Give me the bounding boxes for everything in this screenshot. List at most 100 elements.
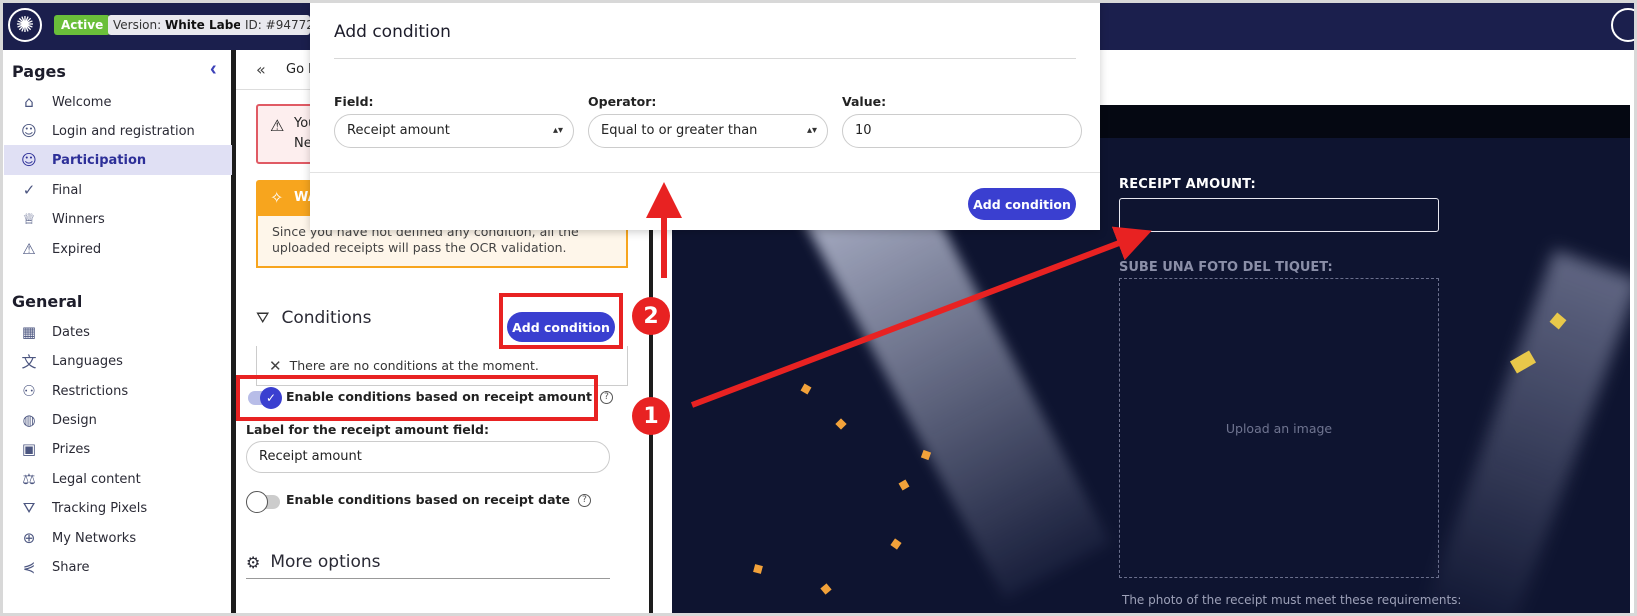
annotation-marker-2: 2 [632, 297, 670, 335]
operator-select[interactable]: Equal to or greater than ▴▾ [588, 114, 828, 148]
restrictions-icon: ⚇ [22, 382, 36, 400]
sidebar-item-label: Participation [52, 152, 147, 168]
divider [310, 172, 1100, 173]
sidebar-item-label: Expired [52, 241, 102, 257]
annotation-marker-1: 1 [632, 397, 670, 435]
receipt-amount-label: RECEIPT AMOUNT: [1119, 177, 1256, 192]
status-badge: Active [54, 15, 111, 35]
user-avatar[interactable] [1611, 8, 1637, 42]
confetti [800, 383, 812, 395]
sidebar-item-label: Winners [52, 211, 105, 227]
warning-icon: ⚠ [270, 118, 285, 135]
value-label: Value: [842, 94, 887, 109]
general-heading: General [12, 292, 83, 311]
check-icon: ✓ [22, 181, 36, 199]
toggle-receipt-date-label: Enable conditions based on receipt date? [286, 492, 591, 507]
confetti [835, 418, 847, 430]
spotlight-beam [1424, 249, 1630, 616]
help-icon[interactable]: ? [577, 494, 591, 507]
more-options-label: More options [270, 552, 381, 572]
toggle-receipt-date[interactable] [246, 491, 280, 513]
logo-icon[interactable]: ✺ [8, 8, 42, 42]
version-badge: Version: White Label [108, 15, 251, 35]
sidebar-item-label: Welcome [52, 94, 112, 110]
pages-heading: Pages [12, 62, 66, 81]
version-value: White Label [165, 18, 246, 32]
requirements-text: The photo of the receipt must meet these… [1122, 593, 1462, 607]
sidebar-item-label: Languages [52, 353, 123, 369]
confetti [890, 538, 902, 550]
warning-icon: ⚠ [22, 240, 36, 258]
sidebar-item-design[interactable]: ◍ Design [4, 405, 232, 435]
user-login-icon: ☺ [21, 122, 37, 140]
confetti [753, 564, 763, 574]
sidebar-item-label: Prizes [52, 441, 91, 457]
translate-icon: 文 [21, 352, 37, 371]
sidebar-item-restrictions[interactable]: ⚇ Restrictions [4, 376, 232, 406]
value-input[interactable]: 10 [842, 114, 1082, 148]
sidebar: Pages ‹ ⌂ Welcome ☺ Login and registrati… [0, 50, 236, 616]
divider [246, 578, 610, 579]
gear-icon: ⚙ [246, 552, 261, 572]
field-select-value: Receipt amount [347, 123, 450, 138]
sidebar-item-tracking[interactable]: ⛛ Tracking Pixels [4, 493, 232, 523]
field-label: Field: [334, 94, 374, 109]
add-condition-modal: Add condition Field: Receipt amount ▴▾ O… [310, 0, 1100, 230]
sidebar-item-participation[interactable]: ☺ Participation [4, 145, 232, 175]
no-conditions-text: There are no conditions at the moment. [289, 358, 539, 373]
more-options-heading[interactable]: ⚙ More options [246, 552, 381, 572]
sidebar-item-welcome[interactable]: ⌂ Welcome [4, 87, 232, 117]
receipt-field-label: Label for the receipt amount field: [246, 422, 489, 437]
sidebar-item-label: My Networks [52, 530, 137, 546]
toggle-date-text: Enable conditions based on receipt date [286, 492, 570, 507]
trophy-icon: ♕ [22, 210, 36, 228]
sidebar-item-label: Login and registration [52, 123, 195, 139]
sidebar-item-expired[interactable]: ⚠ Expired [4, 234, 232, 264]
filter-icon: ⛛ [256, 308, 270, 327]
conditions-title: Conditions [281, 308, 372, 328]
modal-title: Add condition [334, 22, 451, 42]
sidebar-item-final[interactable]: ✓ Final [4, 175, 232, 205]
upload-label: SUBE UNA FOTO DEL TIQUET: [1119, 260, 1333, 275]
operator-select-value: Equal to or greater than [601, 123, 758, 138]
divider [334, 58, 1076, 59]
sidebar-item-networks[interactable]: ⊕ My Networks [4, 523, 232, 553]
sidebar-item-legal[interactable]: ⚖ Legal content [4, 464, 232, 494]
lightbulb-icon: ✧ [270, 190, 284, 207]
collapse-sidebar-icon[interactable]: ‹ [210, 58, 217, 81]
user-icon: ☺ [21, 151, 37, 169]
modal-add-condition-button[interactable]: Add condition [968, 188, 1076, 220]
sidebar-item-share[interactable]: ⋞ Share [4, 552, 232, 582]
conditions-heading: ⛛ Conditions [256, 308, 371, 328]
sidebar-item-winners[interactable]: ♕ Winners [4, 204, 232, 234]
sidebar-item-label: Final [52, 182, 82, 198]
upload-placeholder: Upload an image [1225, 420, 1333, 436]
sidebar-item-label: Design [52, 412, 97, 428]
select-arrows-icon: ▴▾ [806, 125, 817, 136]
home-icon: ⌂ [24, 93, 34, 111]
version-label: Version: [113, 18, 162, 32]
highlight-box-toggle [236, 375, 598, 421]
sidebar-item-login[interactable]: ☺ Login and registration [4, 116, 232, 146]
id-badge: ID: #947729 [240, 15, 310, 35]
toggle-knob [246, 491, 268, 513]
globe-icon: ⊕ [22, 529, 36, 547]
calendar-icon: ▦ [21, 323, 37, 341]
sidebar-item-languages[interactable]: 文 Languages [4, 346, 232, 376]
sidebar-item-prizes[interactable]: ▣ Prizes [4, 434, 232, 464]
help-icon[interactable]: ? [599, 391, 613, 404]
upload-dropzone[interactable]: Upload an image [1119, 278, 1439, 578]
receipt-amount-label-input[interactable]: Receipt amount [246, 441, 610, 473]
double-chevron-left-icon: « [256, 60, 266, 79]
gift-icon: ▣ [21, 440, 37, 458]
select-arrows-icon: ▴▾ [552, 125, 563, 136]
confetti [820, 583, 832, 595]
sidebar-item-label: Share [52, 559, 90, 575]
sidebar-item-label: Legal content [52, 471, 141, 487]
sidebar-item-label: Tracking Pixels [52, 500, 148, 516]
receipt-amount-input[interactable] [1119, 198, 1439, 232]
field-select[interactable]: Receipt amount ▴▾ [334, 114, 574, 148]
share-icon: ⋞ [22, 558, 36, 576]
sidebar-item-dates[interactable]: ▦ Dates [4, 317, 232, 347]
close-icon: ✕ [269, 356, 282, 375]
